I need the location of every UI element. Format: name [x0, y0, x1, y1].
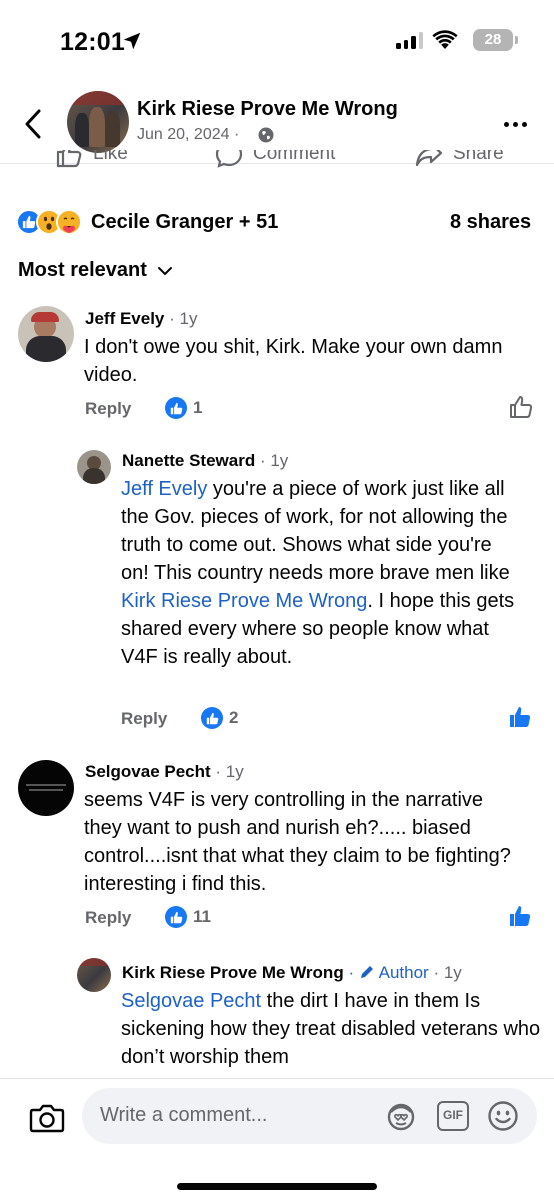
reply-button[interactable]: Reply	[85, 399, 131, 419]
commenter-name[interactable]: Kirk Riese Prove Me Wrong · Author · 1y	[122, 963, 462, 983]
comment-text: Jeff Evely you're a piece of work just l…	[121, 478, 515, 668]
care-reaction-icon	[56, 209, 82, 235]
mention-link[interactable]: Selgovae Pecht	[121, 990, 261, 1012]
globe-icon	[258, 127, 274, 143]
avatar-sticker-icon[interactable]	[385, 1100, 417, 1132]
share-outline-icon	[415, 150, 443, 167]
like-badge-icon	[165, 906, 187, 928]
comment: Jeff Evely · 1y I don't owe you shit, Ki…	[0, 300, 554, 430]
shares-count[interactable]: 8 shares	[450, 211, 531, 234]
comment-like-count[interactable]: 11	[165, 906, 211, 928]
comment-outline-icon	[215, 150, 243, 168]
like-button[interactable]: Like	[55, 150, 128, 168]
gif-icon[interactable]: GIF	[437, 1101, 469, 1131]
status-time: 12:01	[60, 28, 125, 56]
comment-reply: Nanette Steward · 1y Jeff Evely you're a…	[0, 446, 554, 736]
back-icon[interactable]	[22, 108, 44, 140]
page-title[interactable]: Kirk Riese Prove Me Wrong	[137, 98, 398, 121]
mention-link[interactable]: Jeff Evely	[121, 478, 207, 500]
home-indicator[interactable]	[177, 1183, 377, 1190]
comment-sort-dropdown[interactable]: Most relevant	[18, 259, 173, 282]
comment-input[interactable]: Write a comment... GIF	[82, 1088, 537, 1144]
comment-input-placeholder: Write a comment...	[100, 1104, 268, 1126]
comment-composer-bar: Write a comment... GIF	[0, 1078, 554, 1200]
liked-icon[interactable]	[508, 904, 532, 928]
emoji-icon[interactable]	[487, 1100, 519, 1132]
comment-button[interactable]: Comment	[215, 150, 335, 168]
comment-text: seems V4F is very controlling in the nar…	[84, 789, 511, 895]
comment-text: I don't owe you shit, Kirk. Make your ow…	[84, 336, 503, 386]
reply-button[interactable]: Reply	[121, 709, 167, 729]
reaction-icons[interactable]	[16, 209, 82, 235]
commenter-name[interactable]: Selgovae Pecht · 1y	[85, 762, 244, 782]
commenter-avatar[interactable]	[18, 306, 74, 362]
like-outline-icon	[56, 150, 82, 168]
commenter-avatar[interactable]	[77, 958, 111, 992]
reply-button[interactable]: Reply	[85, 908, 131, 928]
comment-reply: Kirk Riese Prove Me Wrong · Author · 1y …	[0, 958, 554, 1076]
author-badge: · Author	[348, 963, 429, 982]
commenter-avatar[interactable]	[18, 760, 74, 816]
like-outline-icon[interactable]	[509, 395, 533, 419]
sort-label: Most relevant	[18, 259, 147, 281]
mention-link[interactable]: Kirk Riese Prove Me Wrong	[121, 590, 367, 612]
like-badge-icon	[201, 707, 223, 729]
like-badge-icon	[165, 397, 187, 419]
page-avatar[interactable]	[67, 91, 129, 153]
reactors-summary[interactable]: Cecile Granger + 51	[91, 211, 278, 234]
cellular-signal-icon	[396, 32, 423, 49]
wifi-icon	[432, 30, 458, 49]
commenter-name[interactable]: Nanette Steward · 1y	[122, 451, 288, 471]
comment: Selgovae Pecht · 1y seems V4F is very co…	[0, 756, 554, 936]
post-actions-bar: Like Comment Share	[0, 150, 554, 176]
status-bar: 12:01 28	[0, 0, 554, 86]
commenter-avatar[interactable]	[77, 450, 111, 484]
commenter-name[interactable]: Jeff Evely · 1y	[85, 309, 197, 329]
battery-indicator: 28	[473, 29, 518, 51]
post-date: Jun 20, 2024 ·	[137, 126, 240, 143]
comment-like-count[interactable]: 1	[165, 397, 202, 419]
more-options-icon[interactable]	[504, 122, 527, 127]
comment-text: Selgovae Pecht the dirt I have in them I…	[121, 990, 541, 1068]
comment-like-count[interactable]: 2	[201, 707, 238, 729]
camera-icon[interactable]	[29, 1102, 65, 1134]
share-button[interactable]: Share	[415, 150, 504, 168]
chevron-down-icon	[157, 266, 172, 275]
liked-icon[interactable]	[508, 705, 532, 729]
pencil-icon	[360, 966, 373, 978]
location-arrow-icon	[123, 32, 141, 50]
